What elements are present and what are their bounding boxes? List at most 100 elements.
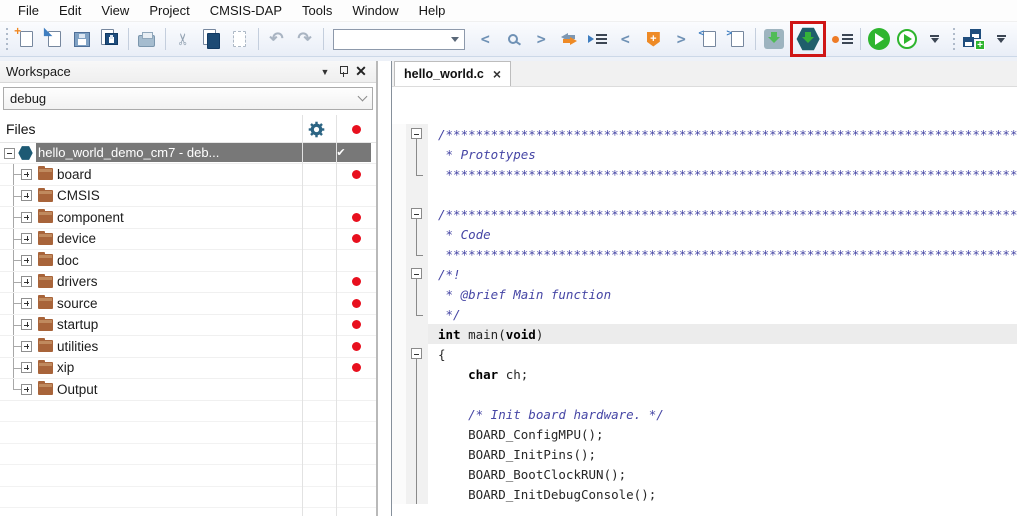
fold-gutter[interactable] bbox=[406, 184, 428, 204]
code-line[interactable]: * Code bbox=[392, 224, 1017, 244]
previous-document-icon[interactable]: < bbox=[695, 25, 723, 53]
code-editor[interactable]: /***************************************… bbox=[392, 87, 1017, 516]
breakpoint-gutter[interactable] bbox=[392, 484, 406, 504]
tree-item-device[interactable]: device bbox=[0, 229, 376, 251]
breakpoint-gutter[interactable] bbox=[392, 184, 406, 204]
fold-gutter[interactable] bbox=[406, 484, 428, 504]
menu-file[interactable]: File bbox=[8, 1, 49, 20]
fold-gutter[interactable] bbox=[406, 324, 428, 344]
quick-search-input[interactable] bbox=[334, 32, 451, 46]
breakpoint-gutter[interactable] bbox=[392, 404, 406, 424]
fold-collapse-icon[interactable] bbox=[411, 208, 422, 219]
menu-window[interactable]: Window bbox=[342, 1, 408, 20]
expand-icon[interactable] bbox=[21, 233, 32, 244]
tree-item-cmsis[interactable]: CMSIS bbox=[0, 186, 376, 208]
breakpoint-gutter[interactable] bbox=[392, 264, 406, 284]
menu-cmsis-dap[interactable]: CMSIS-DAP bbox=[200, 1, 292, 20]
toolbar-overflow-icon[interactable] bbox=[921, 25, 949, 53]
save-all-icon[interactable] bbox=[96, 25, 124, 53]
breakpoint-gutter[interactable] bbox=[392, 204, 406, 224]
code-line[interactable]: * @brief Main function bbox=[392, 284, 1017, 304]
code-line[interactable]: * Prototypes bbox=[392, 144, 1017, 164]
tree-item-drivers[interactable]: drivers bbox=[0, 272, 376, 294]
code-line[interactable]: BOARD_BootClockRUN(); bbox=[392, 464, 1017, 484]
find-previous-icon[interactable]: < bbox=[471, 25, 499, 53]
fold-gutter[interactable] bbox=[406, 204, 428, 224]
toggle-bookmark-icon[interactable]: + bbox=[639, 25, 667, 53]
download-and-debug-icon[interactable] bbox=[795, 26, 821, 52]
new-document-icon[interactable]: + bbox=[12, 25, 40, 53]
next-bookmark-icon[interactable]: > bbox=[667, 25, 695, 53]
fold-gutter[interactable] bbox=[406, 344, 428, 364]
expand-icon[interactable] bbox=[21, 212, 32, 223]
breakpoint-gutter[interactable] bbox=[392, 284, 406, 304]
fold-gutter[interactable] bbox=[406, 464, 428, 484]
expand-icon[interactable] bbox=[21, 190, 32, 201]
tree-item-component[interactable]: component bbox=[0, 207, 376, 229]
save-workspace-icon[interactable]: + bbox=[959, 25, 987, 53]
fold-gutter[interactable] bbox=[406, 364, 428, 384]
code-line[interactable]: int main(void) bbox=[392, 324, 1017, 344]
code-line[interactable]: { bbox=[392, 344, 1017, 364]
breakpoint-gutter[interactable] bbox=[392, 344, 406, 364]
breakpoint-gutter[interactable] bbox=[392, 244, 406, 264]
fold-gutter[interactable] bbox=[406, 284, 428, 304]
previous-bookmark-icon[interactable]: < bbox=[611, 25, 639, 53]
fold-collapse-icon[interactable] bbox=[411, 268, 422, 279]
breakpoint-gutter[interactable] bbox=[392, 164, 406, 184]
breakpoint-gutter[interactable] bbox=[392, 144, 406, 164]
save-icon[interactable] bbox=[68, 25, 96, 53]
breakpoint-gutter[interactable] bbox=[392, 424, 406, 444]
configuration-selector[interactable]: debug bbox=[3, 87, 373, 110]
code-line[interactable]: /***************************************… bbox=[392, 204, 1017, 224]
undo-icon[interactable]: ↶ bbox=[263, 25, 291, 53]
expand-icon[interactable] bbox=[21, 384, 32, 395]
breakpoint-gutter[interactable] bbox=[392, 464, 406, 484]
navigate-swap-icon[interactable] bbox=[555, 25, 583, 53]
fold-gutter[interactable] bbox=[406, 124, 428, 144]
paste-icon[interactable] bbox=[226, 25, 254, 53]
gear-icon[interactable] bbox=[308, 121, 325, 138]
fold-gutter[interactable] bbox=[406, 144, 428, 164]
code-line[interactable]: */ bbox=[392, 304, 1017, 324]
find-icon[interactable] bbox=[499, 25, 527, 53]
expand-icon[interactable] bbox=[21, 255, 32, 266]
make-run-icon[interactable] bbox=[865, 25, 893, 53]
menu-help[interactable]: Help bbox=[409, 1, 456, 20]
fold-gutter[interactable] bbox=[406, 264, 428, 284]
menu-edit[interactable]: Edit bbox=[49, 1, 91, 20]
code-line[interactable]: /* Init board hardware. */ bbox=[392, 404, 1017, 424]
breakpoint-gutter[interactable] bbox=[392, 444, 406, 464]
combo-dropdown-icon[interactable] bbox=[451, 37, 459, 42]
breakpoint-gutter[interactable] bbox=[392, 384, 406, 404]
toolbar-grip[interactable] bbox=[952, 28, 956, 50]
download-icon[interactable] bbox=[760, 25, 788, 53]
code-line[interactable]: BOARD_InitPins(); bbox=[392, 444, 1017, 464]
fold-gutter[interactable] bbox=[406, 424, 428, 444]
panel-splitter[interactable] bbox=[378, 61, 392, 516]
expand-icon[interactable] bbox=[21, 169, 32, 180]
open-document-icon[interactable] bbox=[40, 25, 68, 53]
pin-icon[interactable] bbox=[334, 65, 352, 79]
toolbar-overflow-icon[interactable] bbox=[987, 25, 1015, 53]
breakpoint-gutter[interactable] bbox=[392, 324, 406, 344]
quick-search-combo[interactable] bbox=[333, 29, 465, 50]
fold-gutter[interactable] bbox=[406, 444, 428, 464]
tree-item-xip[interactable]: xip bbox=[0, 358, 376, 380]
code-line[interactable]: /***************************************… bbox=[392, 124, 1017, 144]
collapse-icon[interactable] bbox=[4, 148, 15, 159]
debug-without-downloading-icon[interactable] bbox=[828, 25, 856, 53]
expand-icon[interactable] bbox=[21, 298, 32, 309]
print-icon[interactable] bbox=[133, 25, 161, 53]
menu-view[interactable]: View bbox=[91, 1, 139, 20]
go-to-function-icon[interactable] bbox=[583, 25, 611, 53]
tree-item-output[interactable]: Output bbox=[0, 379, 376, 401]
code-line[interactable] bbox=[392, 384, 1017, 404]
find-next-icon[interactable]: > bbox=[527, 25, 555, 53]
tree-item-board[interactable]: board bbox=[0, 164, 376, 186]
next-document-icon[interactable]: > bbox=[723, 25, 751, 53]
tab-hello-world-c[interactable]: hello_world.c × bbox=[394, 61, 511, 86]
code-line[interactable]: BOARD_InitDebugConsole(); bbox=[392, 484, 1017, 504]
code-line[interactable] bbox=[392, 184, 1017, 204]
code-line[interactable]: /*! bbox=[392, 264, 1017, 284]
